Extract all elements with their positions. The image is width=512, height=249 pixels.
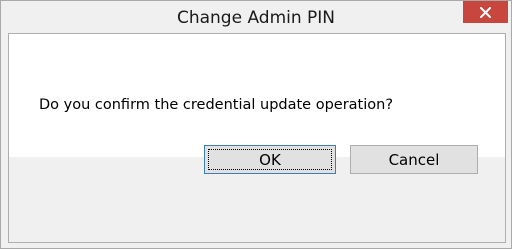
dialog-frame: Do you confirm the credential update ope…: [8, 33, 506, 243]
close-button[interactable]: [463, 1, 508, 23]
ok-button[interactable]: OK: [204, 145, 336, 174]
confirmation-message: Do you confirm the credential update ope…: [39, 97, 394, 113]
close-icon: [480, 6, 491, 18]
message-area: Do you confirm the credential update ope…: [9, 34, 505, 157]
title-bar[interactable]: Change Admin PIN: [1, 1, 511, 33]
dialog-window: Change Admin PIN Do you confirm the cred…: [0, 0, 512, 249]
cancel-button[interactable]: Cancel: [350, 145, 478, 174]
focus-rectangle: [208, 149, 332, 170]
cancel-button-label: Cancel: [388, 150, 440, 169]
window-title: Change Admin PIN: [176, 8, 336, 28]
